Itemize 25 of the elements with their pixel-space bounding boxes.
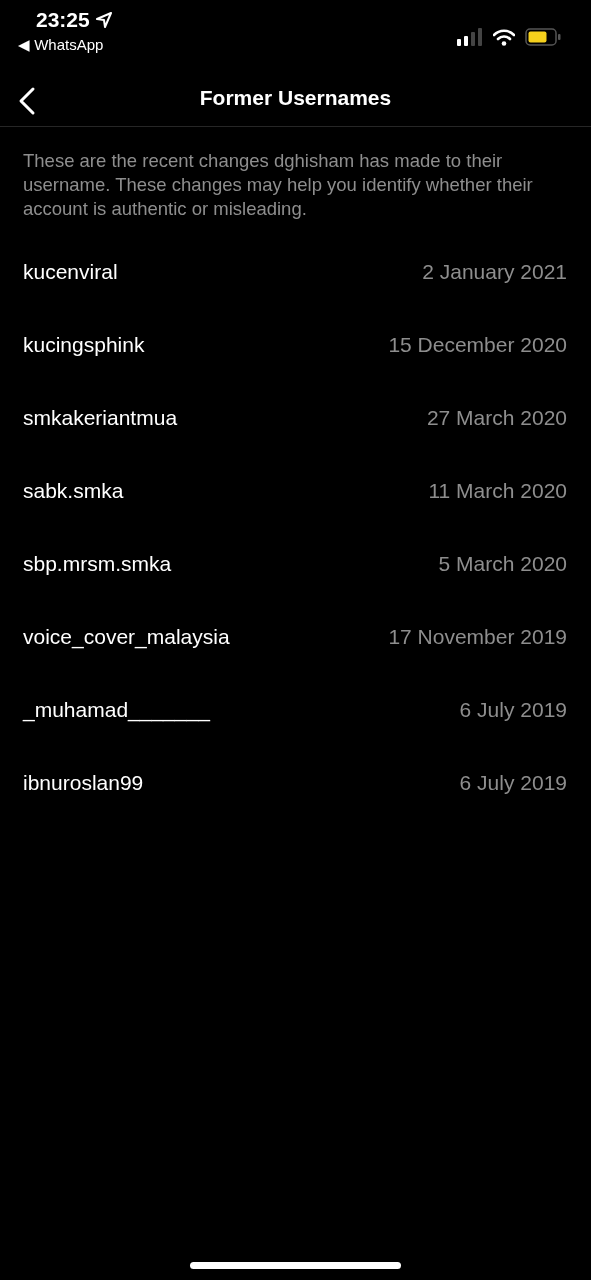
signal-icon [457,28,483,46]
wifi-icon [493,28,515,46]
change-date: 6 July 2019 [459,697,567,722]
username: voice_cover_malaysia [23,624,230,649]
username: kucenviral [23,259,118,284]
back-to-app-link[interactable]: ◀ WhatsApp [18,36,112,54]
status-time: 23:25 [36,8,90,32]
change-date: 5 March 2020 [438,551,567,576]
username: sbp.mrsm.smka [23,551,172,576]
change-date: 6 July 2019 [459,770,567,795]
change-date: 2 January 2021 [422,259,567,284]
description-text: These are the recent changes dghisham has made to their username. These changes may help you identify whether their account is authentic or misleading. [22,149,534,221]
username: _muhamad_______ [23,697,210,722]
username: ibnuroslan99 [23,770,144,795]
chevron-left-icon [18,86,36,116]
change-date: 27 March 2020 [426,405,567,430]
page-title: Former Usernames [199,86,392,110]
battery-icon [525,28,561,46]
username: sabk.smka [23,478,124,503]
change-date: 11 March 2020 [428,478,567,503]
username: smkakeriantmua [23,405,178,430]
username: kucingsphink [23,332,145,357]
location-arrow-icon [95,12,112,28]
change-date: 17 November 2019 [388,624,567,649]
change-date: 15 December 2020 [388,332,567,357]
